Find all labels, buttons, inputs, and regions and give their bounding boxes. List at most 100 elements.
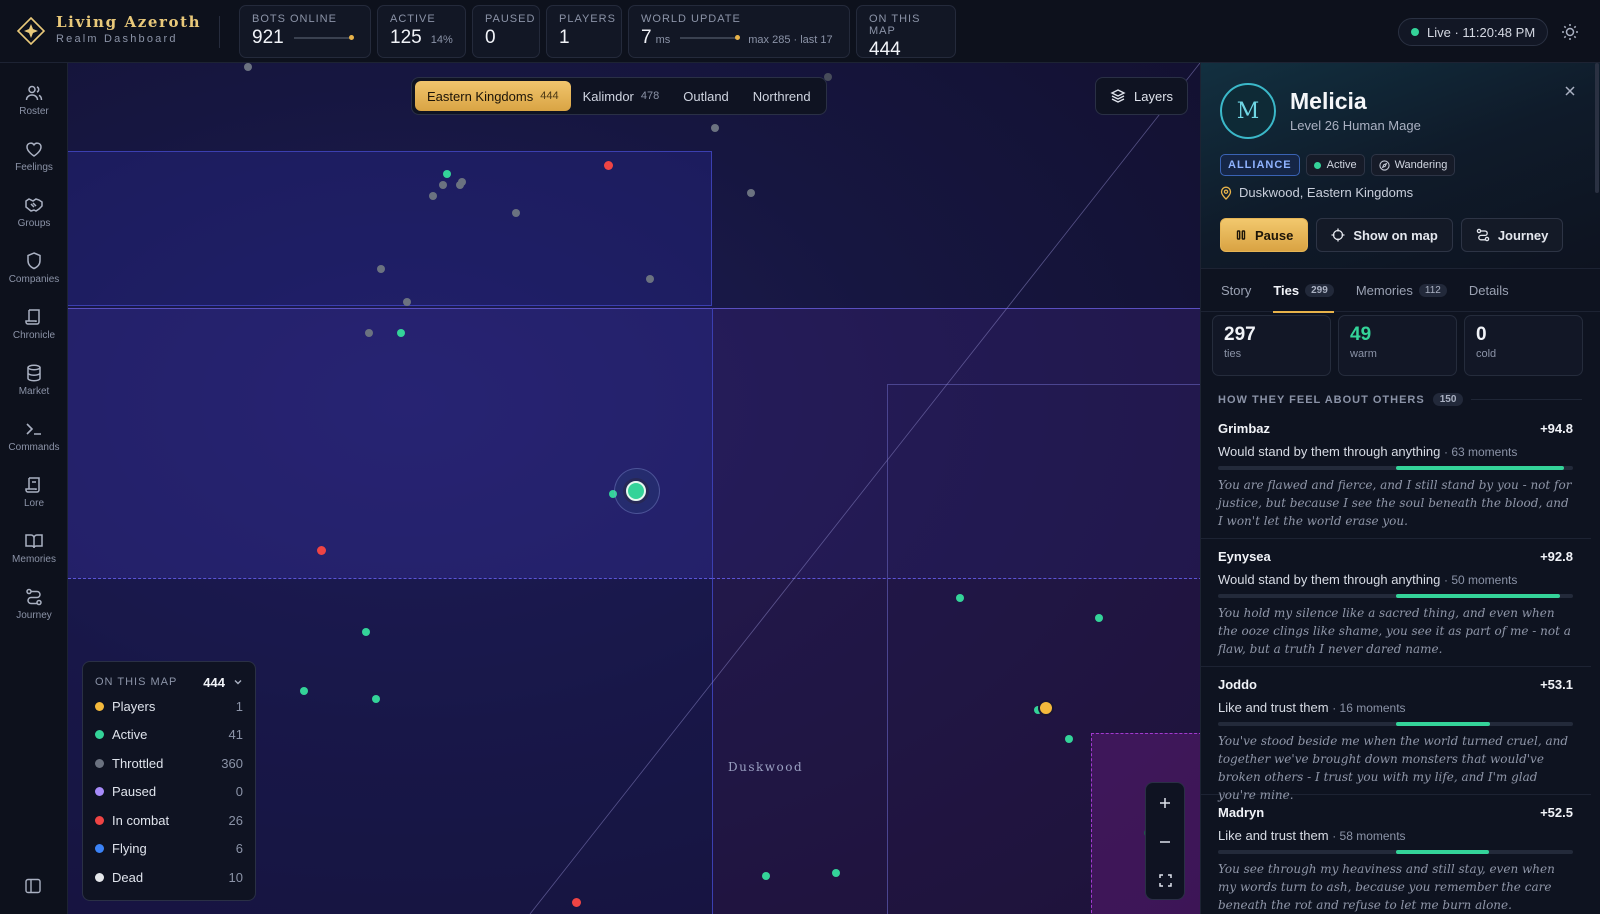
show-on-map-label: Show on map: [1353, 227, 1438, 243]
status-dot: [1313, 161, 1321, 169]
tab-label: Story: [1221, 283, 1252, 298]
tab-kalimdor[interactable]: Kalimdor 478: [571, 81, 672, 111]
fit-map-button[interactable]: [1146, 861, 1184, 900]
rail-item-companies[interactable]: Companies: [0, 251, 68, 303]
pause-button[interactable]: Pause: [1220, 218, 1309, 252]
bot-dot[interactable]: [604, 161, 613, 170]
stat-label: PLAYERS: [559, 13, 616, 25]
rail-label: Memories: [12, 554, 56, 565]
bot-dot[interactable]: [832, 869, 840, 877]
bot-dot[interactable]: [300, 687, 308, 695]
tie-moments: · 58 moments: [1332, 829, 1406, 843]
bot-dot[interactable]: [512, 209, 520, 217]
stat-note: max 285 · last 17: [748, 34, 833, 46]
tile-ties: 297 ties: [1212, 315, 1331, 376]
rail-item-feelings[interactable]: Feelings: [0, 139, 68, 191]
zoom-in-button[interactable]: [1146, 783, 1184, 822]
theme-toggle-button[interactable]: [1560, 22, 1580, 42]
map-pin-icon: [1220, 186, 1232, 200]
legend-row-players[interactable]: Players 1: [95, 692, 243, 721]
bot-dot[interactable]: [403, 298, 411, 306]
tie-description: Like and trust them: [1218, 828, 1329, 843]
close-panel-button[interactable]: [1563, 83, 1577, 97]
users-icon: [25, 85, 43, 101]
bot-dot[interactable]: [747, 189, 755, 197]
legend-total: 444: [203, 674, 225, 690]
list-item[interactable]: Grimbaz +94.8 Would stand by them through…: [1201, 411, 1591, 539]
bot-dot[interactable]: [456, 181, 464, 189]
bot-dot[interactable]: [439, 181, 447, 189]
bot-dot[interactable]: [365, 329, 373, 337]
tab-northrend[interactable]: Northrend: [741, 81, 823, 111]
rail-item-journey[interactable]: Journey: [0, 587, 68, 639]
rail-item-lore[interactable]: Lore: [0, 475, 68, 527]
database-icon: [27, 364, 41, 382]
location-text: Duskwood, Eastern Kingdoms: [1239, 185, 1414, 200]
list-item[interactable]: Madryn +52.5 Like and trust them · 58 mom…: [1201, 795, 1591, 914]
legend-row-dead[interactable]: Dead 10: [95, 863, 243, 892]
brand[interactable]: Living Azeroth Realm Dashboard: [16, 14, 201, 47]
panel-scrollbar[interactable]: [1595, 63, 1599, 193]
rail-item-groups[interactable]: Groups: [0, 195, 68, 247]
bot-dot[interactable]: [711, 124, 719, 132]
bot-dot[interactable]: [956, 594, 964, 602]
minus-icon: [1160, 840, 1170, 843]
affinity-fill: [1395, 594, 1561, 598]
legend-row-in-combat[interactable]: In combat 26: [95, 806, 243, 835]
bot-dot[interactable]: [377, 265, 385, 273]
tab-count: 112: [1418, 284, 1447, 297]
zoom-out-button[interactable]: [1146, 822, 1184, 861]
rail-item-roster[interactable]: Roster: [0, 83, 68, 135]
list-item[interactable]: Joddo +53.1 Like and trust them · 16 mome…: [1201, 667, 1591, 802]
tile-warm: 49 warm: [1338, 315, 1457, 376]
bot-dot[interactable]: [244, 63, 252, 71]
layers-button[interactable]: Layers: [1095, 77, 1189, 115]
avatar: M: [1220, 83, 1276, 139]
tab-ties[interactable]: Ties 299: [1273, 269, 1335, 313]
legend-header[interactable]: ON THIS MAP 444: [95, 672, 243, 692]
live-dot: [1411, 28, 1419, 36]
legend-dot: [95, 701, 104, 711]
legend-dot: [95, 872, 104, 882]
legend-row-flying[interactable]: Flying 6: [95, 835, 243, 864]
tab-eastern-kingdoms[interactable]: Eastern Kingdoms 444: [415, 81, 571, 111]
scroll-icon: [25, 309, 40, 325]
show-on-map-button[interactable]: Show on map: [1316, 218, 1453, 252]
collapse-sidebar-button[interactable]: [24, 877, 42, 895]
bot-dot[interactable]: [646, 275, 654, 283]
rail-label: Groups: [17, 218, 51, 229]
tab-memories[interactable]: Memories 112: [1356, 269, 1447, 312]
tab-story[interactable]: Story: [1221, 269, 1251, 312]
pause-label: Pause: [1255, 227, 1294, 243]
world-map[interactable]: Duskwood Eastern Kingdoms 444 Kalimdor 478…: [68, 63, 1200, 914]
selected-bot-marker[interactable]: [626, 481, 646, 501]
tab-outland[interactable]: Outland: [671, 81, 741, 111]
rail-item-market[interactable]: Market: [0, 363, 68, 415]
bot-dot[interactable]: [429, 192, 437, 200]
rail-item-memories[interactable]: Memories: [0, 531, 68, 583]
bot-dot[interactable]: [1065, 735, 1073, 743]
bot-dot[interactable]: [317, 546, 326, 555]
legend-row-paused[interactable]: Paused 0: [95, 778, 243, 807]
rail-label: Companies: [8, 274, 60, 285]
legend-title: ON THIS MAP: [95, 676, 178, 688]
bot-dot[interactable]: [1095, 614, 1103, 622]
bot-dot[interactable]: [443, 170, 451, 178]
list-item[interactable]: Eynysea +92.8 Would stand by them through…: [1201, 539, 1591, 667]
rail-label: Feelings: [15, 162, 53, 173]
tab-details[interactable]: Details: [1469, 269, 1509, 312]
bot-dot[interactable]: [372, 695, 380, 703]
bot-dot[interactable]: [762, 872, 770, 880]
bot-dot[interactable]: [397, 329, 405, 337]
tab-count: 444: [540, 90, 559, 102]
rail-item-chronicle[interactable]: Chronicle: [0, 307, 68, 359]
legend-row-throttled[interactable]: Throttled 360: [95, 749, 243, 778]
bot-dot[interactable]: [572, 898, 581, 907]
ties-list: Grimbaz +94.8 Would stand by them through…: [1201, 411, 1591, 914]
player-marker[interactable]: [1038, 700, 1054, 716]
rail-item-commands[interactable]: Commands: [0, 419, 68, 471]
tab-label: Details: [1468, 283, 1509, 298]
legend-row-active[interactable]: Active 41: [95, 721, 243, 750]
bot-dot[interactable]: [362, 628, 370, 636]
journey-button[interactable]: Journey: [1460, 218, 1564, 252]
